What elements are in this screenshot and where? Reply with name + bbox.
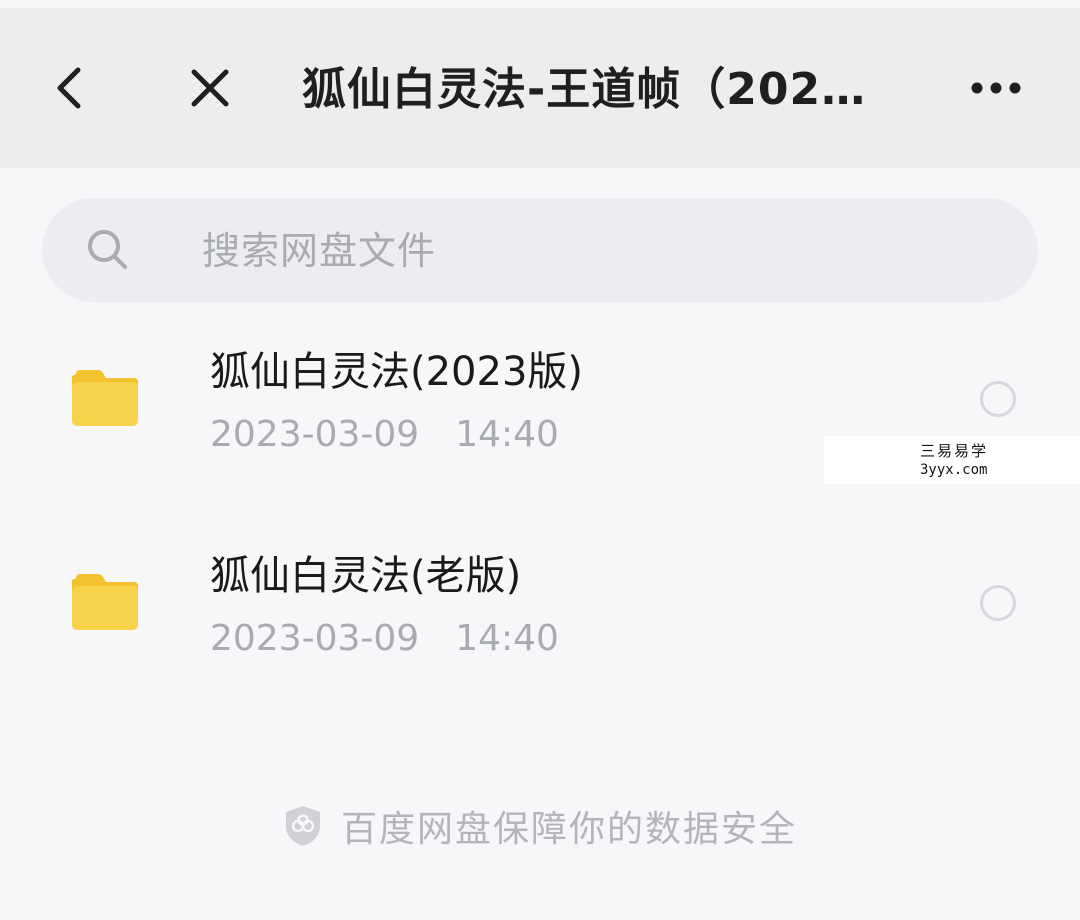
more-horizontal-icon [971, 82, 1021, 94]
close-button[interactable] [178, 56, 242, 120]
folder-icon [72, 370, 138, 426]
select-radio[interactable] [980, 585, 1016, 621]
file-time: 14:40 [455, 414, 559, 455]
file-modified-time: 2023-03-09 14:40 [210, 410, 559, 460]
file-list-item[interactable]: 狐仙白灵法(老版) 2023-03-09 14:40 [0, 534, 1080, 734]
top-bar: 狐仙白灵法-王道帧（202… [0, 0, 1080, 168]
file-date: 2023-03-09 [210, 618, 420, 659]
page-title: 狐仙白灵法-王道帧（202… [302, 64, 867, 115]
folder-icon [72, 574, 138, 630]
close-icon [191, 69, 229, 107]
footer-text: 百度网盘保障你的数据安全 [340, 809, 797, 850]
file-list-item[interactable]: 狐仙白灵法(2023版) 2023-03-09 14:40 [0, 330, 1080, 530]
search-bar[interactable] [42, 198, 1038, 302]
search-icon [88, 230, 127, 269]
search-input[interactable] [200, 220, 984, 282]
chevron-left-icon [57, 67, 81, 109]
watermark-url: 3yyx.com [920, 462, 988, 478]
file-name: 狐仙白灵法(2023版) [210, 349, 584, 395]
file-name: 狐仙白灵法(老版) [210, 553, 522, 599]
more-button[interactable] [958, 56, 1034, 120]
security-footer: 百度网盘保障你的数据安全 [0, 798, 1080, 854]
file-date: 2023-03-09 [210, 414, 420, 455]
file-time: 14:40 [455, 618, 559, 659]
watermark: 三易易学 3yyx.com [824, 436, 1080, 484]
watermark-title: 三易易学 [920, 442, 989, 460]
file-modified-time: 2023-03-09 14:40 [210, 614, 559, 664]
select-radio[interactable] [980, 381, 1016, 417]
shield-icon [285, 806, 320, 846]
status-strip [0, 0, 1080, 8]
back-button[interactable] [40, 56, 100, 120]
